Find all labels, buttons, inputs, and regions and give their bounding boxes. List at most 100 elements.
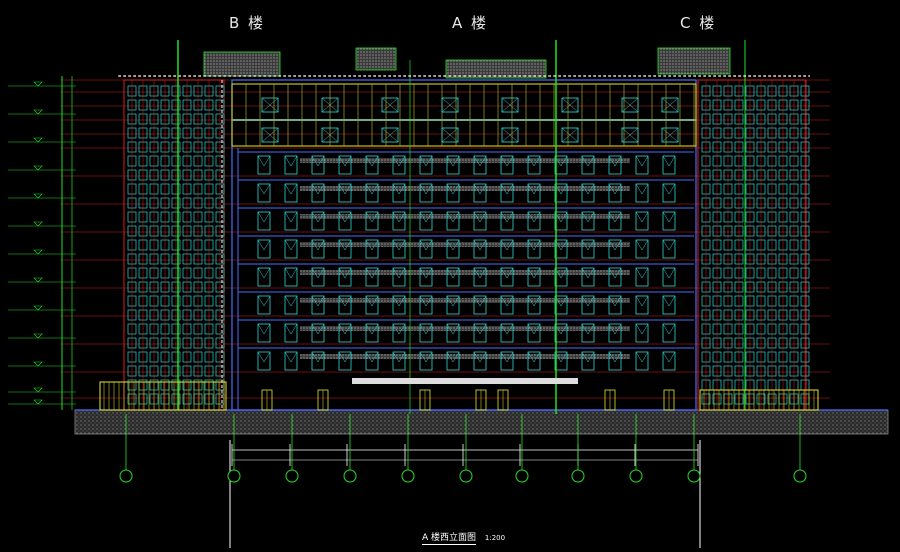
block-a-window-mark xyxy=(290,211,298,223)
ground-hatch xyxy=(74,409,889,435)
elevation-triangle xyxy=(33,399,43,405)
block-a-window-mark xyxy=(641,239,649,251)
elevation-triangle xyxy=(33,361,43,367)
block-a-window-mark xyxy=(668,155,676,167)
block-a-window-mark xyxy=(635,323,643,335)
block-a-window-mark xyxy=(263,351,271,363)
block-a-window-mark xyxy=(668,295,676,307)
block-a-window-mark xyxy=(257,183,265,195)
block-a-window-mark xyxy=(284,323,292,335)
elevation-drawing xyxy=(8,40,889,548)
roof-structure xyxy=(445,59,547,79)
block-a-window-mark xyxy=(635,295,643,307)
block-a-window-mark xyxy=(284,267,292,279)
block-a-window-mark xyxy=(662,155,670,167)
block-a-window-mark xyxy=(635,183,643,195)
block-a-window-mark xyxy=(263,295,271,307)
block-a-window-mark xyxy=(290,183,298,195)
elevation-triangle xyxy=(33,277,43,283)
block-a-top-band xyxy=(231,83,697,147)
block-a-window-mark xyxy=(284,211,292,223)
block-a-window-mark xyxy=(263,211,271,223)
elevation-triangle xyxy=(33,81,43,87)
block-a-window-mark xyxy=(290,295,298,307)
block-a-window-mark xyxy=(668,323,676,335)
block-a-window-mark xyxy=(257,295,265,307)
block-a-window-mark xyxy=(257,155,265,167)
cad-drawing: B 楼 A 楼 C 楼 A 楼西立面图 1:200 xyxy=(0,0,900,548)
block-a-window-mark xyxy=(641,183,649,195)
axis-bubble xyxy=(459,469,473,483)
axis-bubble xyxy=(119,469,133,483)
block-a-window-mark xyxy=(284,183,292,195)
block-a-window-mark xyxy=(662,267,670,279)
block-a-window-mark xyxy=(257,351,265,363)
block-a-window-mark xyxy=(257,239,265,251)
elevation-triangle xyxy=(33,387,43,393)
block-a-window-mark xyxy=(284,155,292,167)
axis-bubble xyxy=(571,469,585,483)
block-a-window-mark xyxy=(290,155,298,167)
block-a-window-mark xyxy=(263,239,271,251)
block-a-window-mark xyxy=(263,155,271,167)
building-b-label: B 楼 xyxy=(229,14,266,32)
block-a-window-mark xyxy=(635,155,643,167)
block-a-window-mark xyxy=(668,239,676,251)
block-a-window-mark xyxy=(662,323,670,335)
block-a-window-mark xyxy=(641,295,649,307)
canopy xyxy=(352,378,578,384)
elevation-triangle xyxy=(33,193,43,199)
block-a-window-mark xyxy=(257,211,265,223)
building-facade xyxy=(60,40,830,414)
drawing-scale: 1:200 xyxy=(484,534,506,542)
axis-bubble xyxy=(629,469,643,483)
block-a-window-mark xyxy=(284,239,292,251)
elevation-markers xyxy=(8,76,76,410)
block-a-window-mark xyxy=(635,211,643,223)
block-a-window-mark xyxy=(263,323,271,335)
block-a-window-mark xyxy=(284,295,292,307)
block-a-window-mark xyxy=(263,267,271,279)
block-a-window-mark xyxy=(635,239,643,251)
block-a-window-mark xyxy=(641,351,649,363)
block-a-window-mark xyxy=(641,267,649,279)
block-a-window-mark xyxy=(668,183,676,195)
block-a-window-mark xyxy=(641,211,649,223)
axis-bubble xyxy=(343,469,357,483)
block-a-window-mark xyxy=(635,267,643,279)
elevation-triangle xyxy=(33,249,43,255)
elevation-triangle xyxy=(33,221,43,227)
block-a-window-mark xyxy=(641,323,649,335)
drawing-title-text: A 楼西立面图 xyxy=(422,533,477,545)
axis-bubble xyxy=(227,469,241,483)
axis-bubble xyxy=(793,469,807,483)
axis-bubble xyxy=(285,469,299,483)
block-a-window-mark xyxy=(263,183,271,195)
block-a-window-mark xyxy=(668,211,676,223)
elevation-triangle xyxy=(33,137,43,143)
axis-bubble xyxy=(401,469,415,483)
axis-bubble xyxy=(687,469,701,483)
block-a-window-mark xyxy=(662,183,670,195)
drawing-title: A 楼西立面图 1:200 xyxy=(422,530,506,545)
elevation-triangle xyxy=(33,305,43,311)
block-a-window-mark xyxy=(662,351,670,363)
block-a-window-mark xyxy=(662,295,670,307)
building-c-label: C 楼 xyxy=(680,14,717,32)
block-a-window-mark xyxy=(668,351,676,363)
block-a-window-mark xyxy=(290,351,298,363)
roof-structure xyxy=(355,47,397,71)
block-a-window-mark xyxy=(290,239,298,251)
elevation-triangle xyxy=(33,109,43,115)
roof-structure xyxy=(657,47,731,75)
block-a-window-mark xyxy=(662,211,670,223)
block-a-window-mark xyxy=(290,267,298,279)
elevation-triangle xyxy=(33,165,43,171)
block-a-window-mark xyxy=(662,239,670,251)
block-a-window-mark xyxy=(641,155,649,167)
block-a-window-mark xyxy=(668,267,676,279)
axis-bubble xyxy=(515,469,529,483)
block-a-window-mark xyxy=(257,323,265,335)
roof-structure xyxy=(203,51,281,77)
block-a-window-mark xyxy=(257,267,265,279)
